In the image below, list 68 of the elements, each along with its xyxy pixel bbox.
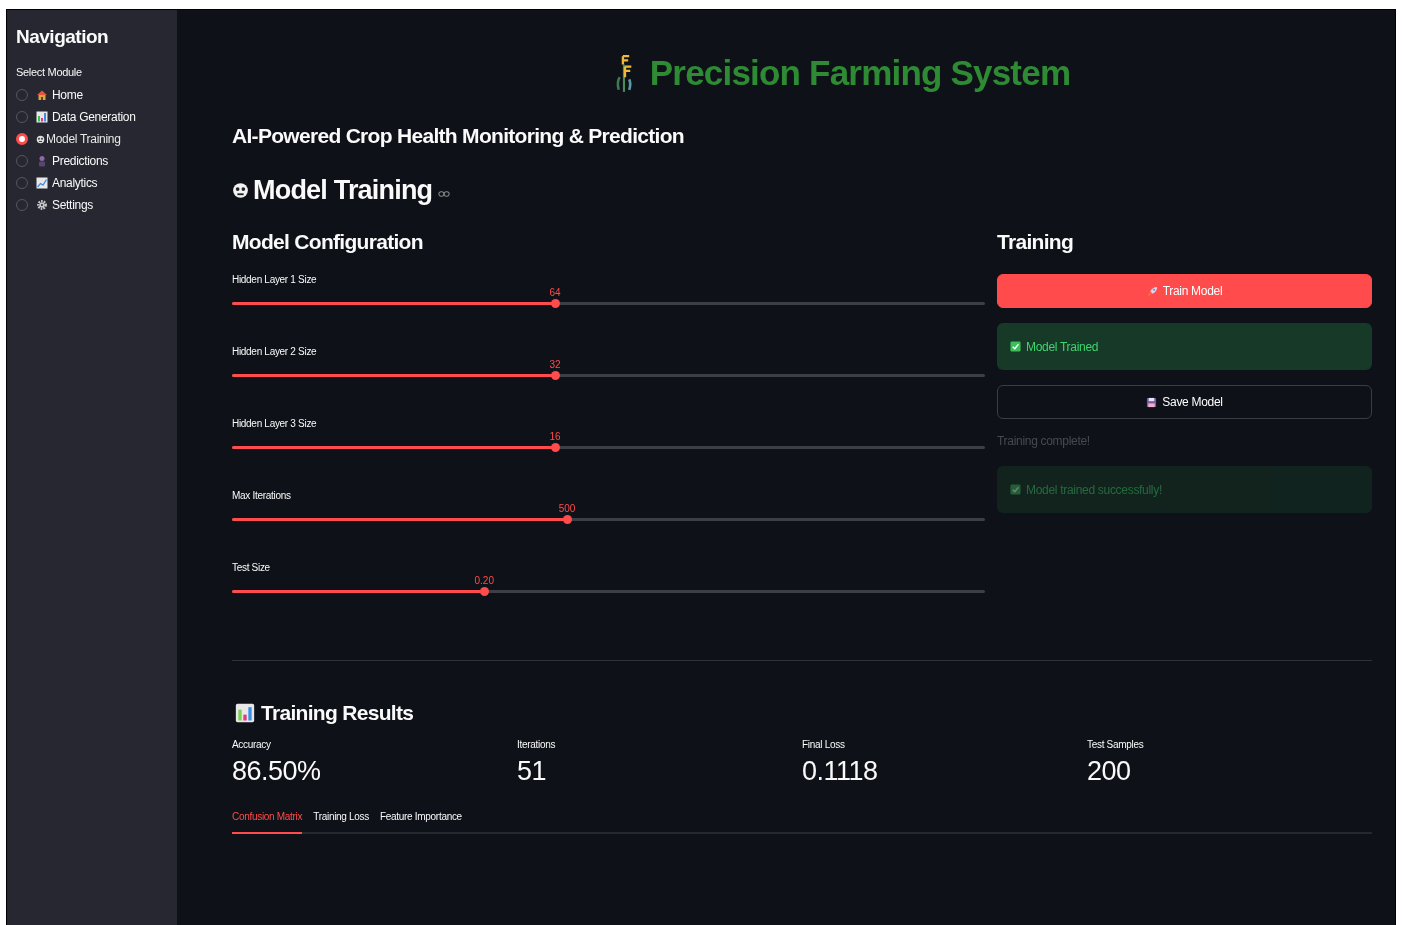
metric-label: Test Samples: [1087, 739, 1145, 750]
nav-item-label[interactable]: Analytics: [52, 176, 98, 190]
slider-label: Max Iterations: [232, 490, 292, 502]
alert-message: Model trained successfully!: [1026, 482, 1162, 497]
metric-label: Iterations: [517, 739, 557, 750]
metric-value: 200: [1087, 756, 1132, 787]
slider-track[interactable]: [232, 446, 985, 449]
section-title: Training: [997, 229, 1075, 255]
line-chart-icon: [36, 177, 48, 189]
slider-thumb[interactable]: [479, 587, 489, 596]
robot-face-icon: [232, 181, 249, 199]
tab[interactable]: Confusion Matrix: [232, 811, 303, 834]
rocket-icon: [1146, 285, 1158, 297]
robot-face-icon: [36, 134, 45, 144]
slider-thumb[interactable]: [550, 299, 560, 308]
metric-value: 0.1118: [802, 756, 879, 787]
slider-label: Hidden Layer 3 Size: [232, 418, 318, 430]
page-title: Model Training: [253, 174, 433, 206]
metric-value: 51: [517, 756, 548, 787]
slider-thumb[interactable]: [550, 443, 560, 452]
slider-value: 32: [549, 359, 561, 370]
slider-track[interactable]: [232, 590, 985, 593]
check-box-icon: [1010, 484, 1021, 495]
nav-radio-item[interactable]: Home: [16, 84, 177, 106]
slider-value: 0.20: [474, 575, 494, 586]
alert-message: Model Trained: [1026, 339, 1099, 354]
nav-radio-item[interactable]: Predictions: [16, 150, 177, 172]
section-title: Training Results: [261, 701, 414, 725]
tab[interactable]: Feature Importance: [380, 811, 462, 834]
slider-value: 500: [558, 503, 576, 514]
metric-label: Final Loss: [802, 739, 846, 750]
slider-label: Hidden Layer 1 Size: [232, 274, 318, 286]
nav-radio-item[interactable]: Analytics: [16, 172, 177, 194]
sidebar-title: Navigation: [16, 26, 110, 48]
nav-radio-item[interactable]: Model Training: [16, 128, 177, 150]
figure-icon: [36, 155, 48, 167]
bar-chart-icon: [235, 702, 255, 724]
slider-track[interactable]: [232, 302, 985, 305]
slider-label: Test Size: [232, 562, 271, 574]
nav-radio-item[interactable]: Settings: [16, 194, 177, 216]
metric-label: Accuracy: [232, 739, 272, 750]
radio-button[interactable]: [16, 133, 28, 145]
slider-thumb[interactable]: [562, 515, 572, 524]
nav-item-label[interactable]: Home: [52, 88, 83, 102]
status-caption: Training complete!: [997, 434, 1091, 448]
link-icon[interactable]: [438, 190, 451, 198]
house-icon: [36, 89, 48, 101]
nav-radio-item[interactable]: Data Generation: [16, 106, 177, 128]
gear-icon: [36, 199, 48, 211]
slider-thumb[interactable]: [550, 371, 560, 380]
radio-group-label: Select Module: [16, 66, 83, 78]
bar-chart-icon: [36, 111, 48, 123]
slider-value: 64: [549, 287, 561, 298]
nav-item-label[interactable]: Predictions: [52, 154, 109, 168]
nav-item-label[interactable]: Data Generation: [52, 110, 136, 124]
save-model-button[interactable]: Save Model: [997, 385, 1372, 419]
app-title: Precision Farming System: [649, 53, 1071, 93]
nav-item-label[interactable]: Model Training: [46, 132, 121, 146]
check-box-icon: [1010, 341, 1021, 352]
tab[interactable]: Training Loss: [313, 811, 369, 834]
subtitle: AI-Powered Crop Health Monitoring & Prediction: [232, 124, 685, 148]
nav-item-label[interactable]: Settings: [52, 198, 93, 212]
slider-track[interactable]: [232, 374, 985, 377]
slider-value: 16: [549, 431, 561, 442]
metric-value: 86.50%: [232, 756, 322, 787]
section-title: Model Configuration: [232, 229, 424, 255]
slider-track[interactable]: [232, 518, 985, 521]
slider-label: Hidden Layer 2 Size: [232, 346, 318, 358]
